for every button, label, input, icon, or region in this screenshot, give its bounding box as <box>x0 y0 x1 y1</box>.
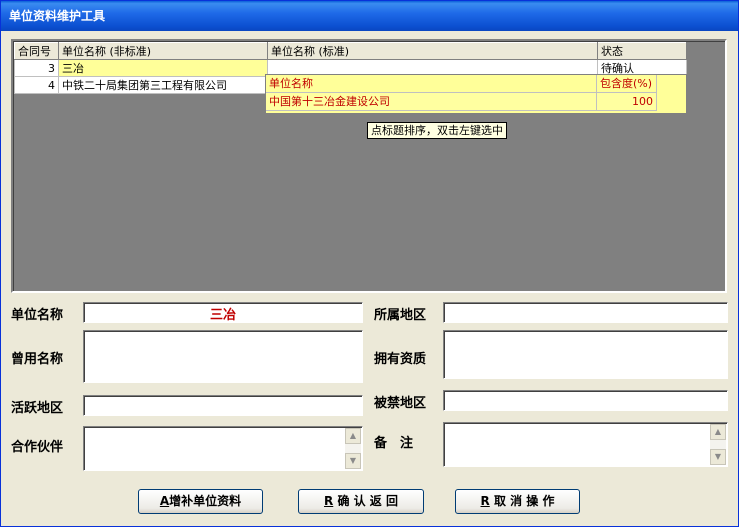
scroll-up-icon[interactable]: ▲ <box>710 424 726 440</box>
cancel-hotkey: R <box>480 494 490 508</box>
active-region-field[interactable] <box>83 395 363 416</box>
cell-contract-no[interactable]: 3 <box>14 59 59 77</box>
remark-field[interactable]: ▲ ▼ <box>443 422 728 467</box>
remark-scrollbar[interactable]: ▲ ▼ <box>710 424 726 465</box>
cell-name-nonstd[interactable]: 中铁二十局集团第三工程有限公司 <box>58 76 268 94</box>
qualification-label: 拥有资质 <box>374 352 427 367</box>
sort-tooltip: 点标题排序，双击左键选中 <box>367 122 507 139</box>
col-header-status[interactable]: 状态 <box>597 42 687 60</box>
col-header-name-std[interactable]: 单位名称 (标准) <box>267 42 598 60</box>
cancel-label: 取 消 操 作 <box>489 494 555 508</box>
former-name-label: 曾用名称 <box>11 352 64 367</box>
scroll-up-icon[interactable]: ▲ <box>345 428 361 444</box>
popup-cell-name[interactable]: 中国第十三冶金建设公司 <box>266 93 597 111</box>
add-unit-button[interactable]: A增补单位资料 <box>138 489 263 514</box>
col-header-name-nonstd[interactable]: 单位名称 (非标准) <box>58 42 268 60</box>
partner-scrollbar[interactable]: ▲ ▼ <box>345 428 361 469</box>
popup-header-degree[interactable]: 包含度(%) <box>597 75 657 93</box>
add-label: 增补单位资料 <box>169 494 242 508</box>
popup-header-name[interactable]: 单位名称 <box>266 75 597 93</box>
region-field[interactable] <box>443 302 728 323</box>
scroll-down-icon[interactable]: ▼ <box>345 453 361 469</box>
qualification-field[interactable] <box>443 330 728 379</box>
match-popup[interactable]: 单位名称 包含度(%) 中国第十三冶金建设公司 100 <box>265 74 687 114</box>
cancel-operation-button[interactable]: R 取 消 操 作 <box>455 489 580 514</box>
former-name-field[interactable] <box>83 330 363 383</box>
col-header-contract-no[interactable]: 合同号 <box>14 42 59 60</box>
partner-field[interactable]: ▲ ▼ <box>83 426 363 471</box>
unit-name-label: 单位名称 <box>11 308 64 323</box>
unit-name-field[interactable]: 三冶 <box>83 302 363 323</box>
partner-label: 合作伙伴 <box>11 440 64 455</box>
banned-region-field[interactable] <box>443 390 728 411</box>
cell-contract-no[interactable]: 4 <box>14 76 59 94</box>
confirm-label: 确 认 返 回 <box>333 494 398 508</box>
title-bar: 单位资料维护工具 <box>1 1 738 31</box>
confirm-return-button[interactable]: R 确 认 返 回 <box>298 489 424 514</box>
confirm-hotkey: R <box>324 494 334 508</box>
main-window: 单位资料维护工具 合同号 单位名称 (非标准) 单位名称 (标准) 状态 3 三… <box>0 0 739 527</box>
remark-label: 备 注 <box>374 436 414 451</box>
region-label: 所属地区 <box>374 308 427 323</box>
add-hotkey: A <box>159 494 170 508</box>
unit-name-value: 三冶 <box>209 308 236 323</box>
popup-cell-degree[interactable]: 100 <box>597 93 657 111</box>
active-region-label: 活跃地区 <box>11 401 64 416</box>
scroll-down-icon[interactable]: ▼ <box>710 449 726 465</box>
banned-region-label: 被禁地区 <box>374 396 427 411</box>
unit-grid[interactable]: 合同号 单位名称 (非标准) 单位名称 (标准) 状态 3 三冶 待确认 4 中… <box>11 39 727 293</box>
cell-name-nonstd[interactable]: 三冶 <box>58 59 268 77</box>
table-header-row: 合同号 单位名称 (非标准) 单位名称 (标准) 状态 <box>14 42 687 60</box>
